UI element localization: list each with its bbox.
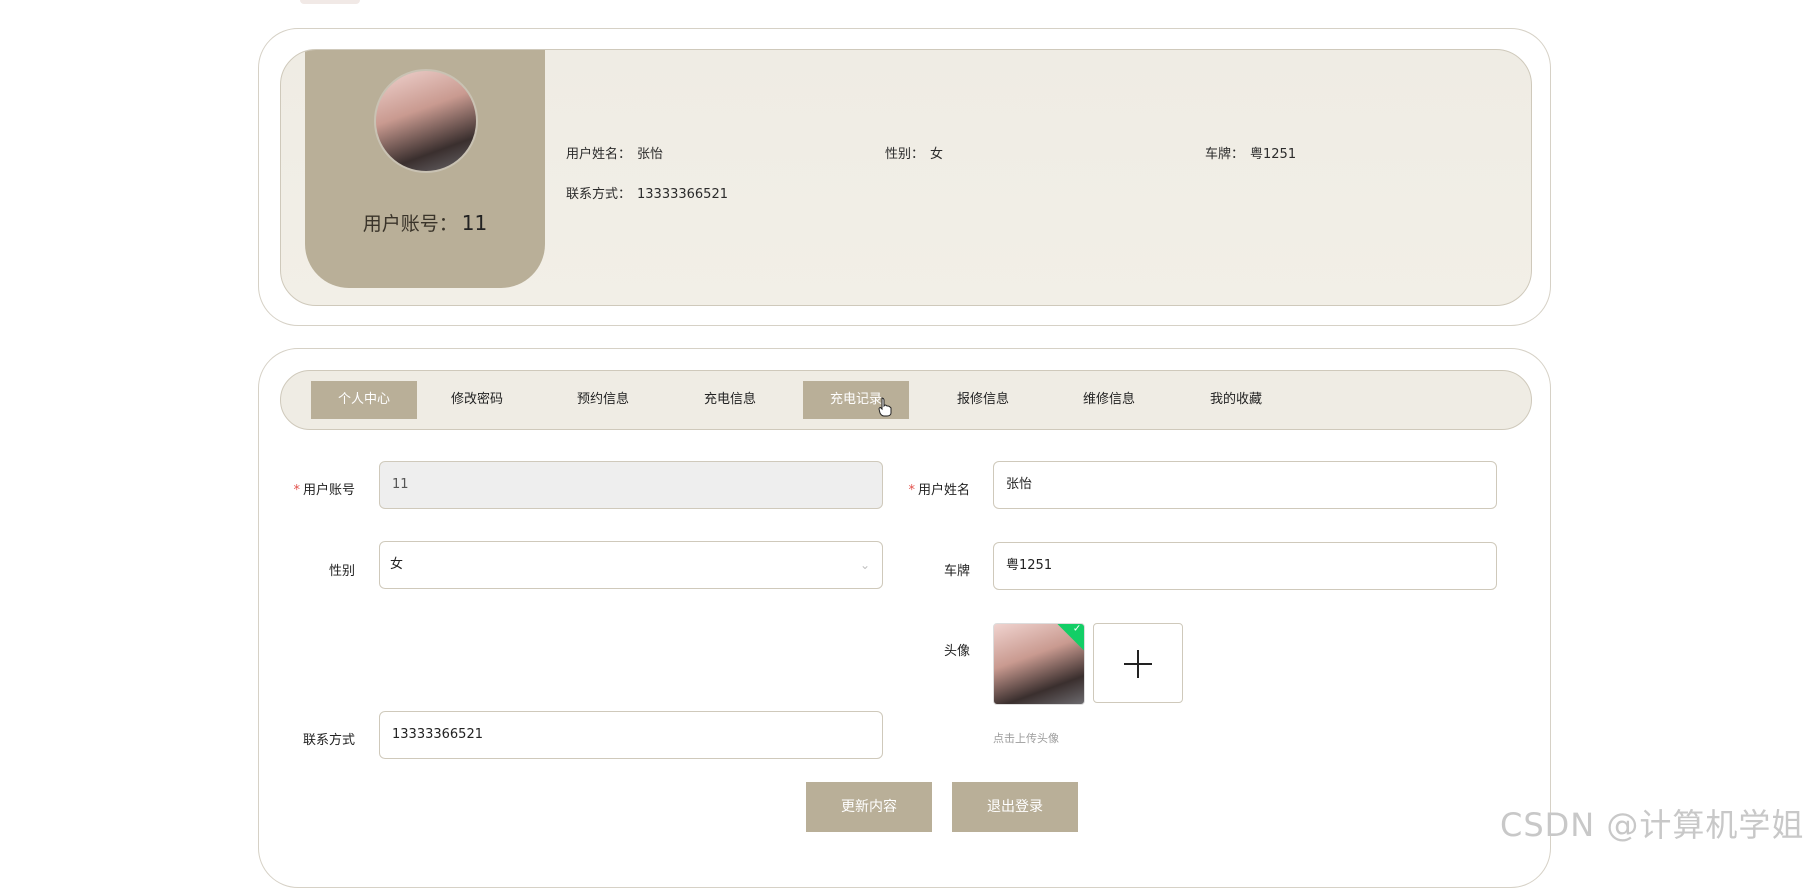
info-phone-value: 13333366521 (637, 187, 728, 202)
upload-success-badge: ✓ (1056, 623, 1084, 651)
tab-reservation-info[interactable]: 预约信息 (550, 381, 656, 419)
gender-select[interactable]: 女 ⌄ (379, 541, 883, 589)
main-card: 个人中心 修改密码 预约信息 充电信息 充电记录 报修信息 维修信息 我的收藏 … (258, 348, 1551, 888)
logout-button[interactable]: 退出登录 (952, 782, 1078, 832)
avatar-panel: 用户账号： 11 (305, 50, 545, 288)
info-name: 用户姓名： 张怡 (566, 143, 663, 162)
name-field-label: * 用户姓名 (890, 479, 970, 498)
avatar-upload-button[interactable] (1093, 623, 1183, 703)
account-field-label-text: 用户账号 (302, 483, 355, 498)
info-name-value: 张怡 (637, 147, 664, 162)
info-name-label: 用户姓名： (566, 147, 632, 162)
tab-repair-request-info[interactable]: 报修信息 (930, 381, 1036, 419)
update-button[interactable]: 更新内容 (806, 782, 932, 832)
tab-charging-records[interactable]: 充电记录 (803, 381, 909, 419)
info-phone: 联系方式： 13333366521 (566, 183, 728, 202)
profile-avatar (374, 69, 478, 173)
info-plate-label: 车牌： (1205, 147, 1245, 162)
upload-hint: 点击上传头像 (993, 732, 1059, 745)
avatar-thumbnail[interactable]: ✓ (993, 623, 1085, 705)
required-mark: * (293, 483, 300, 498)
name-input[interactable]: 张怡 (993, 461, 1497, 509)
avatar-field-label: 头像 (943, 644, 970, 659)
account-field-label: * 用户账号 (275, 479, 355, 498)
info-gender: 性别： 女 (885, 143, 943, 162)
gender-field-label: 性别 (328, 564, 355, 579)
tab-bar: 个人中心 修改密码 预约信息 充电信息 充电记录 报修信息 维修信息 我的收藏 (280, 370, 1532, 430)
check-icon: ✓ (1072, 623, 1082, 635)
hand-cursor-icon (878, 397, 892, 417)
profile-card: 用户账号： 11 用户姓名： 张怡 性别： 女 车牌： 粤1251 联系方式： 13333… (258, 28, 1551, 326)
plate-field-label: 车牌 (943, 564, 970, 579)
account-input[interactable]: 11 (379, 461, 883, 509)
tab-my-favorites[interactable]: 我的收藏 (1183, 381, 1289, 419)
profile-summary: 用户账号： 11 用户姓名： 张怡 性别： 女 车牌： 粤1251 联系方式： 13333… (280, 49, 1532, 306)
tab-change-password[interactable]: 修改密码 (424, 381, 530, 419)
top-decoration (300, 0, 360, 4)
account-value: 11 (461, 211, 488, 235)
info-gender-label: 性别： (885, 147, 925, 162)
info-phone-label: 联系方式： (566, 187, 632, 202)
tab-maintenance-info[interactable]: 维修信息 (1056, 381, 1162, 419)
phone-input[interactable]: 13333366521 (379, 711, 883, 759)
plus-icon-vertical (1137, 650, 1139, 678)
account-label: 用户账号： (362, 213, 458, 235)
chevron-down-icon: ⌄ (859, 558, 870, 572)
info-gender-value: 女 (930, 147, 944, 162)
name-field-label-text: 用户姓名 (917, 483, 970, 498)
account-summary: 用户账号： 11 (305, 209, 545, 236)
tab-charging-info[interactable]: 充电信息 (677, 381, 783, 419)
info-plate-value: 粤1251 (1250, 147, 1297, 162)
watermark: CSDN @计算机学姐 (1500, 806, 1805, 844)
phone-field-label: 联系方式 (302, 733, 355, 748)
plate-input[interactable]: 粤1251 (993, 542, 1497, 590)
tab-personal-center[interactable]: 个人中心 (311, 381, 417, 419)
info-plate: 车牌： 粤1251 (1205, 143, 1296, 162)
gender-select-value: 女 (390, 557, 404, 572)
required-mark: * (908, 483, 915, 498)
